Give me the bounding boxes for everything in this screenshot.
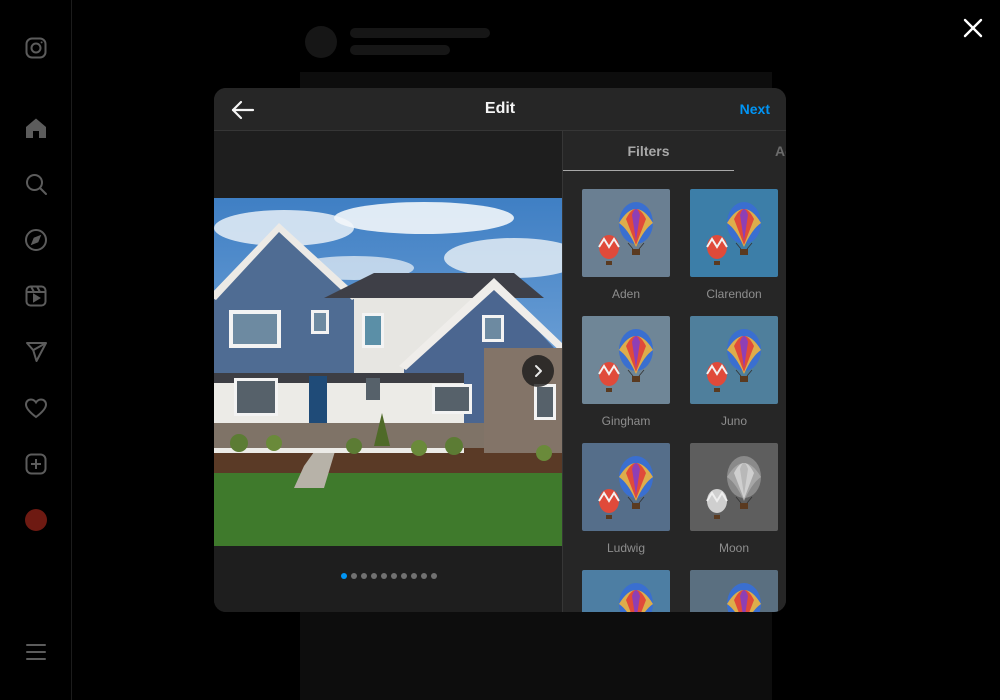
- edit-panel: Filters Adjustments Aden Clarendon: [562, 131, 786, 612]
- app-root: Edit Next Filters A Aden Clarendon Gingh…: [0, 0, 1000, 700]
- search-icon[interactable]: [24, 172, 48, 196]
- profile-avatar[interactable]: [25, 509, 47, 531]
- filter-option[interactable]: Aden: [582, 189, 672, 301]
- filter-label: Clarendon: [706, 287, 762, 301]
- tab-filters[interactable]: Filters: [563, 131, 734, 171]
- carousel-dot: [401, 573, 407, 579]
- carousel-dot: [431, 573, 437, 579]
- chevron-right-icon: [535, 365, 542, 377]
- next-button[interactable]: Next: [740, 101, 770, 117]
- modal-title: Edit: [484, 100, 516, 117]
- notifications-icon[interactable]: [24, 396, 48, 420]
- filter-label: Aden: [611, 287, 641, 301]
- filter-option[interactable]: Ludwig: [582, 443, 672, 555]
- feed-username-placeholder: [350, 28, 490, 38]
- messages-icon[interactable]: [24, 340, 48, 364]
- carousel-dot: [421, 573, 427, 579]
- sidebar-nav: [0, 0, 72, 700]
- create-icon[interactable]: [24, 452, 48, 476]
- filter-thumbnail: [690, 316, 778, 404]
- image-preview: [214, 131, 562, 612]
- filter-thumbnail: [582, 570, 670, 612]
- filter-thumbnail: [582, 316, 670, 404]
- close-icon[interactable]: [961, 16, 985, 40]
- carousel-dot: [371, 573, 377, 579]
- filter-thumbnail: [690, 570, 778, 612]
- filter-thumbnail: [582, 189, 670, 277]
- filter-option[interactable]: Moon: [690, 443, 780, 555]
- filter-option[interactable]: Gingham: [582, 316, 672, 428]
- home-icon[interactable]: [24, 116, 48, 140]
- filter-thumbnail: [582, 443, 670, 531]
- edit-modal: Edit Next Filters A Aden Clarendon Gingh…: [214, 88, 786, 612]
- filter-option[interactable]: Juno: [690, 316, 780, 428]
- edit-tabs: Filters Adjustments: [563, 131, 786, 171]
- explore-icon[interactable]: [24, 228, 48, 252]
- tab-adjustments[interactable]: Adjustments: [775, 131, 786, 171]
- more-menu-icon[interactable]: [24, 640, 48, 664]
- next-image-button[interactable]: [522, 355, 554, 387]
- house-photo: [214, 198, 562, 546]
- filter-label: Ludwig: [606, 541, 646, 555]
- carousel-dot: [381, 573, 387, 579]
- carousel-dot: [391, 573, 397, 579]
- filter-option[interactable]: Clarendon: [690, 189, 780, 301]
- carousel-dot: [361, 573, 367, 579]
- feed-avatar-placeholder: [305, 26, 337, 58]
- reels-icon[interactable]: [24, 284, 48, 308]
- carousel-dot: [341, 573, 347, 579]
- filter-label: Moon: [718, 541, 750, 555]
- feed-subtitle-placeholder: [350, 45, 450, 55]
- filter-thumbnail: [690, 443, 778, 531]
- carousel-dots: [341, 573, 437, 581]
- filter-label: Gingham: [601, 414, 651, 428]
- filter-option[interactable]: [690, 570, 780, 612]
- modal-header: Edit Next: [214, 88, 786, 131]
- filter-label: Juno: [720, 414, 748, 428]
- carousel-dot: [351, 573, 357, 579]
- instagram-icon[interactable]: [24, 36, 48, 60]
- carousel-dot: [411, 573, 417, 579]
- filter-thumbnail: [690, 189, 778, 277]
- filter-option[interactable]: [582, 570, 672, 612]
